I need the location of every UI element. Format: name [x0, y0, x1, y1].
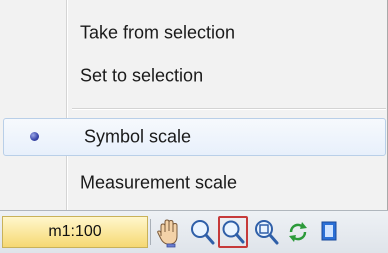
- radio-selected-icon: [30, 132, 39, 141]
- status-toolbar: m1:100: [0, 210, 388, 253]
- refresh-icon: [289, 222, 307, 242]
- menu-item-set-to-selection[interactable]: Set to selection: [0, 57, 386, 95]
- menu-item-measurement-scale[interactable]: Measurement scale: [0, 164, 386, 202]
- refresh-button[interactable]: [283, 216, 313, 248]
- toolbar-separator: [150, 219, 151, 245]
- menu-item-label: Set to selection: [80, 65, 204, 86]
- menu-item-take-from-selection[interactable]: Take from selection: [0, 14, 386, 52]
- menu-item-label: Take from selection: [80, 22, 236, 43]
- menu-item-symbol-scale[interactable]: Symbol scale: [3, 118, 386, 156]
- zoom-icon: [191, 220, 215, 245]
- next-icon: [321, 221, 337, 241]
- menu-item-label: Measurement scale: [80, 172, 238, 193]
- context-menu: Take from selection Set to selection Sym…: [0, 0, 388, 210]
- zoom-button[interactable]: [187, 216, 217, 248]
- menu-separator-highlight: [72, 109, 386, 110]
- next-button[interactable]: [316, 216, 346, 248]
- pan-hand-button[interactable]: [153, 216, 183, 248]
- pan-hand-icon: [157, 219, 178, 248]
- zoom-window-icon: [222, 220, 245, 244]
- zoom-window-button[interactable]: [218, 216, 248, 248]
- menu-item-label: Symbol scale: [84, 126, 192, 147]
- zoom-fit-button[interactable]: [251, 216, 281, 248]
- zoom-fit-icon: [255, 220, 279, 245]
- scale-selector[interactable]: m1:100: [2, 216, 148, 248]
